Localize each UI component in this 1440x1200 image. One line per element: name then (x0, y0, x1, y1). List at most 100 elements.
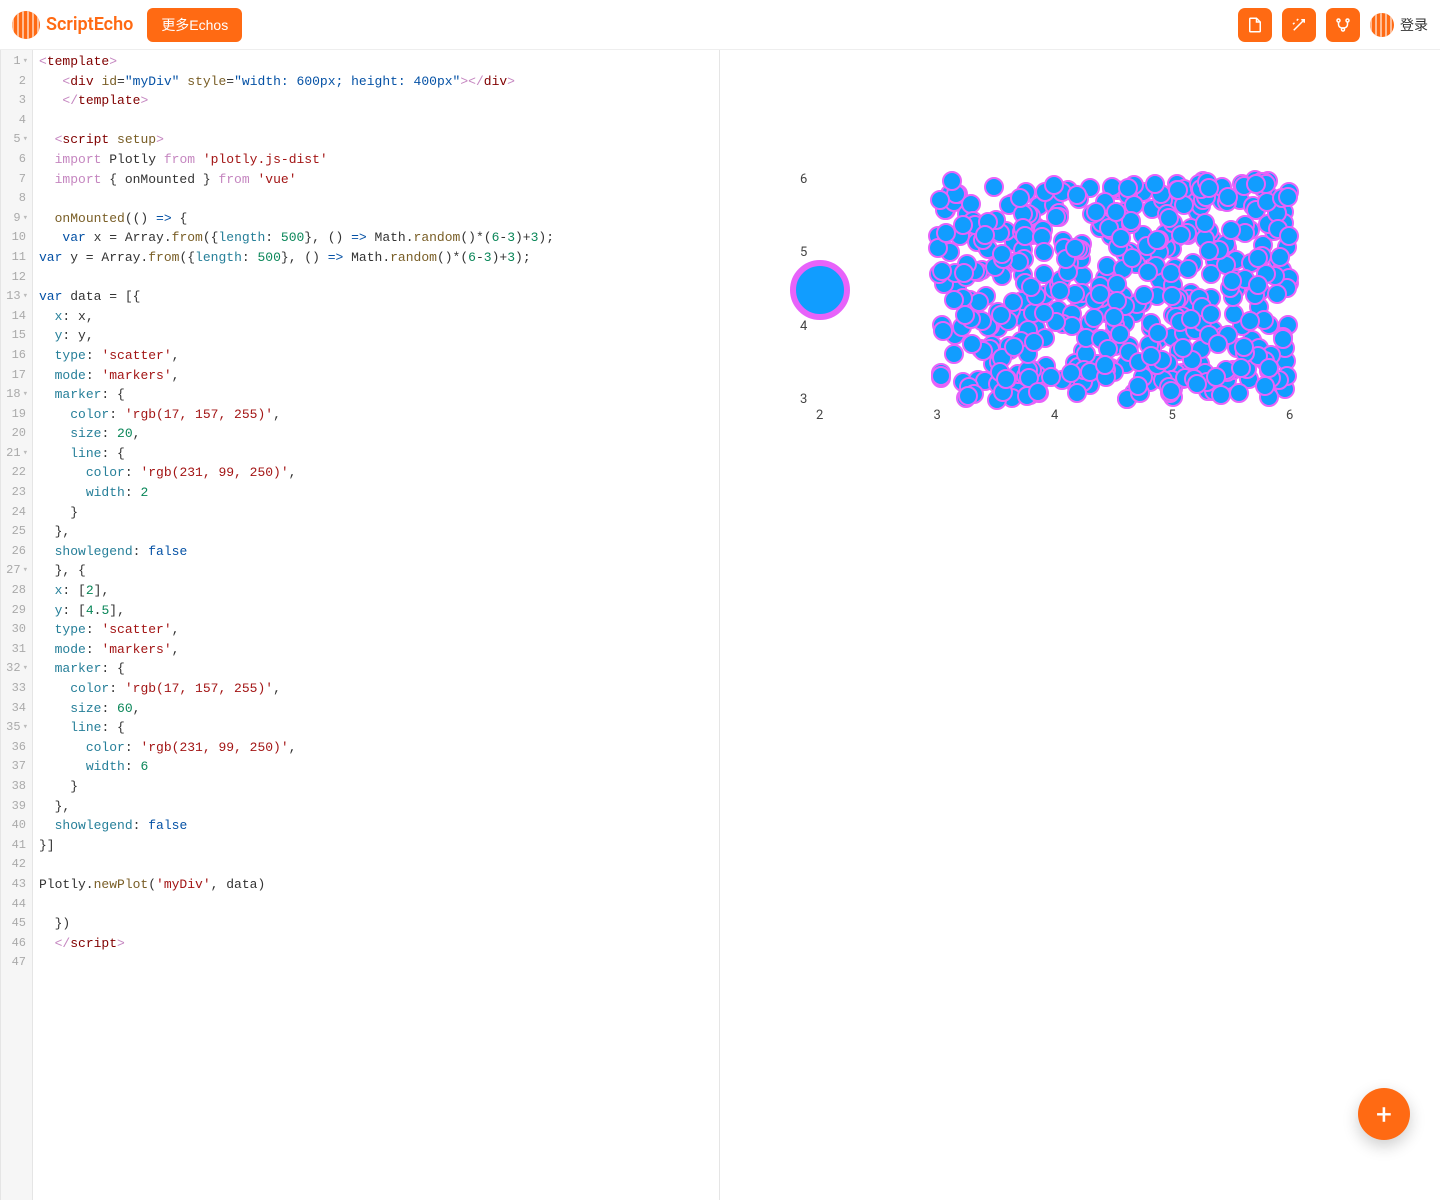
scatter-point (1028, 382, 1048, 402)
code-line[interactable]: color: 'rgb(231, 99, 250)', (39, 738, 554, 758)
scatter-point (1141, 346, 1161, 366)
code-line[interactable]: }, (39, 797, 554, 817)
line-number: 33 (3, 679, 28, 699)
code-line[interactable]: </template> (39, 91, 554, 111)
code-line[interactable]: }] (39, 836, 554, 856)
scatter-point (984, 177, 1004, 197)
code-line[interactable]: color: 'rgb(17, 157, 255)', (39, 405, 554, 425)
scatter-point (1111, 228, 1131, 248)
line-number: 38 (3, 777, 28, 797)
code-line[interactable]: type: 'scatter', (39, 346, 554, 366)
code-line[interactable]: var data = [{ (39, 287, 554, 307)
scatter-point (1145, 174, 1165, 194)
code-line[interactable]: <div id="myDiv" style="width: 600px; hei… (39, 72, 554, 92)
code-line[interactable]: mode: 'markers', (39, 640, 554, 660)
login-label: 登录 (1400, 15, 1428, 35)
scatter-point (932, 261, 952, 281)
line-number: 30 (3, 620, 28, 640)
code-editor[interactable]: 1▾2 3 4 5▾6 7 8 9▾10 11 12 13▾14 15 16 1… (0, 50, 720, 1200)
scatter-point (1104, 307, 1124, 327)
scatter-point (1255, 376, 1275, 396)
scatter-point (1024, 332, 1044, 352)
code-line[interactable]: }, { (39, 561, 554, 581)
magic-button[interactable] (1282, 8, 1316, 42)
line-number: 41 (3, 836, 28, 856)
line-number: 42 (3, 855, 28, 875)
plotly-chart[interactable]: 345623456 (760, 160, 1360, 560)
line-number: 45 (3, 914, 28, 934)
code-line[interactable]: onMounted(() => { (39, 209, 554, 229)
line-number: 43 (3, 875, 28, 895)
code-line[interactable]: color: 'rgb(17, 157, 255)', (39, 679, 554, 699)
code-line[interactable]: var y = Array.from({length: 500}, () => … (39, 248, 554, 268)
scatter-point (1021, 277, 1041, 297)
code-line[interactable]: color: 'rgb(231, 99, 250)', (39, 463, 554, 483)
code-line[interactable]: type: 'scatter', (39, 620, 554, 640)
line-number: 31 (3, 640, 28, 660)
code-line[interactable] (39, 895, 554, 915)
code-line[interactable]: line: { (39, 444, 554, 464)
scatter-point (1161, 381, 1181, 401)
code-line[interactable]: x: [2], (39, 581, 554, 601)
scatter-point (1009, 252, 1029, 272)
more-echos-button[interactable]: 更多Echos (147, 8, 242, 42)
code-line[interactable]: var x = Array.from({length: 500}, () => … (39, 228, 554, 248)
add-fab[interactable]: + (1358, 1088, 1410, 1140)
y-tick-label: 4 (800, 319, 807, 334)
code-line[interactable]: size: 60, (39, 699, 554, 719)
code-line[interactable]: <template> (39, 52, 554, 72)
scatter-point (1199, 178, 1219, 198)
line-number: 27▾ (3, 561, 28, 581)
scatter-point (1181, 309, 1201, 329)
line-number: 10 (3, 228, 28, 248)
code-line[interactable]: mode: 'markers', (39, 366, 554, 386)
scatter-point (1004, 337, 1024, 357)
code-line[interactable] (39, 111, 554, 131)
code-line[interactable]: </script> (39, 934, 554, 954)
code-line[interactable]: import { onMounted } from 'vue' (39, 170, 554, 190)
code-line[interactable] (39, 953, 554, 973)
code-line[interactable]: x: x, (39, 307, 554, 327)
code-line[interactable] (39, 268, 554, 288)
scatter-point (1065, 238, 1085, 258)
code-line[interactable]: size: 20, (39, 424, 554, 444)
code-line[interactable]: width: 2 (39, 483, 554, 503)
line-gutter: 1▾2 3 4 5▾6 7 8 9▾10 11 12 13▾14 15 16 1… (1, 50, 33, 1200)
line-number: 2 (3, 72, 28, 92)
code-line[interactable]: import Plotly from 'plotly.js-dist' (39, 150, 554, 170)
code-line[interactable]: width: 6 (39, 757, 554, 777)
code-line[interactable] (39, 189, 554, 209)
scatter-point (962, 334, 982, 354)
line-number: 3 (3, 91, 28, 111)
code-line[interactable]: } (39, 503, 554, 523)
app-header: ScriptEcho 更多Echos 登录 (0, 0, 1440, 50)
line-number: 46 (3, 934, 28, 954)
code-line[interactable]: y: [4.5], (39, 601, 554, 621)
brand-logo[interactable]: ScriptEcho (12, 11, 133, 39)
scatter-point (955, 305, 975, 325)
line-number: 20 (3, 424, 28, 444)
code-line[interactable]: showlegend: false (39, 816, 554, 836)
code-line[interactable]: <script setup> (39, 130, 554, 150)
plot-area (820, 180, 1290, 400)
new-file-button[interactable] (1238, 8, 1272, 42)
code-line[interactable]: }) (39, 914, 554, 934)
login-button[interactable]: 登录 (1370, 13, 1428, 37)
scatter-point (1206, 367, 1226, 387)
code-line[interactable]: line: { (39, 718, 554, 738)
scatter-point (944, 344, 964, 364)
line-number: 26 (3, 542, 28, 562)
code-line[interactable]: marker: { (39, 659, 554, 679)
scatter-point (1086, 202, 1106, 222)
scatter-point (1118, 178, 1138, 198)
branch-button[interactable] (1326, 8, 1360, 42)
code-line[interactable] (39, 855, 554, 875)
code-line[interactable]: showlegend: false (39, 542, 554, 562)
y-tick-label: 3 (800, 392, 807, 407)
code-line[interactable]: marker: { (39, 385, 554, 405)
code-line[interactable]: } (39, 777, 554, 797)
code-line[interactable]: }, (39, 522, 554, 542)
code-line[interactable]: Plotly.newPlot('myDiv', data) (39, 875, 554, 895)
code-body[interactable]: <template> <div id="myDiv" style="width:… (33, 50, 560, 1200)
code-line[interactable]: y: y, (39, 326, 554, 346)
